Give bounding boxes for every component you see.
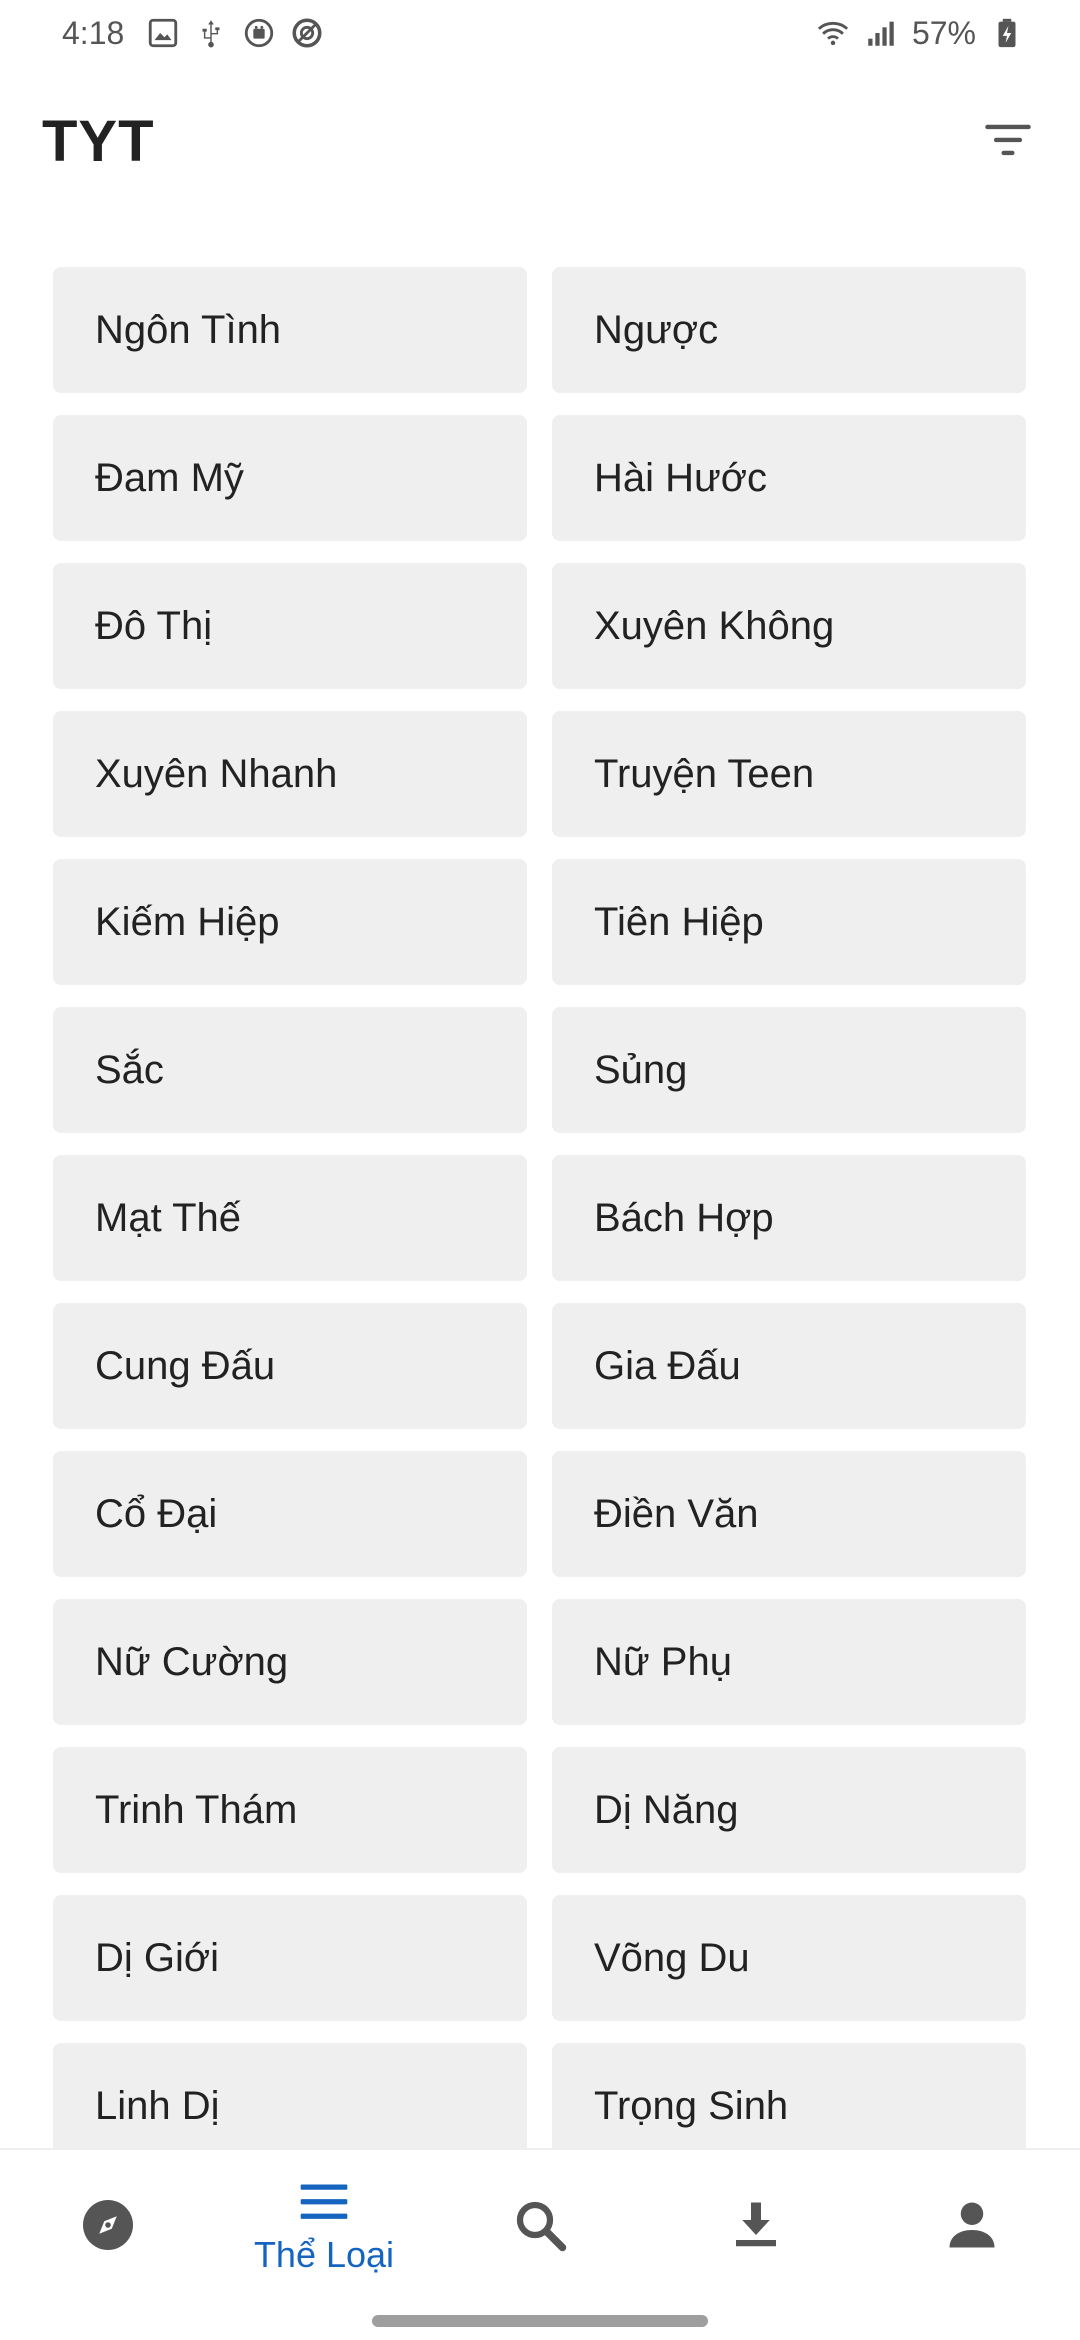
genre-tile[interactable]: Cung Đấu <box>53 1303 527 1429</box>
genre-tile[interactable]: Trinh Thám <box>53 1747 527 1873</box>
filter-icon <box>985 124 1031 156</box>
genre-tile[interactable]: Cổ Đại <box>53 1451 527 1577</box>
download-icon <box>736 2202 776 2247</box>
nav-account[interactable] <box>864 2150 1080 2300</box>
genre-screen: 4:18 57% TYT Ngôn Tình Ngược Đam Mỹ Hài … <box>0 0 1080 2340</box>
bottom-navigation: Thể Loại <box>0 2148 1080 2300</box>
genre-tile[interactable]: Ngược <box>552 267 1026 393</box>
genre-tile[interactable]: Mạt Thế <box>53 1155 527 1281</box>
genre-tile[interactable]: Hài Hước <box>552 415 1026 541</box>
status-left: 4:18 <box>62 15 324 52</box>
genre-tile[interactable]: Võng Du <box>552 1895 1026 2021</box>
genre-tile[interactable]: Kiếm Hiệp <box>53 859 527 985</box>
genre-tile[interactable]: Dị Năng <box>552 1747 1026 1873</box>
nav-search[interactable] <box>432 2150 648 2300</box>
compass-icon <box>83 2200 133 2250</box>
usb-icon <box>194 16 228 50</box>
app-title: TYT <box>42 108 155 174</box>
genre-tile[interactable]: Tiên Hiệp <box>552 859 1026 985</box>
status-time: 4:18 <box>62 14 125 51</box>
genre-tile[interactable]: Bách Hợp <box>552 1155 1026 1281</box>
search-icon <box>516 2201 567 2252</box>
filter-button[interactable] <box>976 109 1040 173</box>
genre-tile[interactable]: Xuyên Nhanh <box>53 711 527 837</box>
nav-explore[interactable] <box>0 2150 216 2300</box>
genre-tile[interactable]: Gia Đấu <box>552 1303 1026 1429</box>
battery-percent: 57% <box>911 14 976 51</box>
app-bar: TYT <box>0 66 1080 216</box>
signal-icon <box>864 16 898 50</box>
menu-lines-icon <box>300 2184 348 2219</box>
gallery-notification-icon <box>146 16 180 50</box>
person-icon <box>949 2202 995 2248</box>
status-right: 57% <box>816 15 1024 52</box>
status-bar: 4:18 57% <box>0 0 1080 66</box>
genre-tile[interactable]: Đô Thị <box>53 563 527 689</box>
genre-tile[interactable]: Ngôn Tình <box>53 267 527 393</box>
genre-tile[interactable]: Nữ Phụ <box>552 1599 1026 1725</box>
android-system-icon <box>242 16 276 50</box>
nav-genres[interactable]: Thể Loại <box>216 2150 432 2300</box>
genre-tile[interactable]: Xuyên Không <box>552 563 1026 689</box>
genre-tile[interactable]: Sủng <box>552 1007 1026 1133</box>
genre-tile[interactable]: Điền Văn <box>552 1451 1026 1577</box>
battery-charging-icon <box>990 16 1024 50</box>
home-indicator[interactable] <box>372 2315 708 2327</box>
genre-tile[interactable]: Đam Mỹ <box>53 415 527 541</box>
nav-downloads[interactable] <box>648 2150 864 2300</box>
wifi-icon <box>816 16 850 50</box>
genre-tile[interactable]: Nữ Cường <box>53 1599 527 1725</box>
blocked-app-icon <box>290 16 324 50</box>
genre-grid: Ngôn Tình Ngược Đam Mỹ Hài Hước Đô Thị X… <box>53 267 1028 2169</box>
genre-tile[interactable]: Truyện Teen <box>552 711 1026 837</box>
nav-genres-label: Thể Loại <box>253 2234 395 2275</box>
genre-tile[interactable]: Sắc <box>53 1007 527 1133</box>
genre-tile[interactable]: Dị Giới <box>53 1895 527 2021</box>
